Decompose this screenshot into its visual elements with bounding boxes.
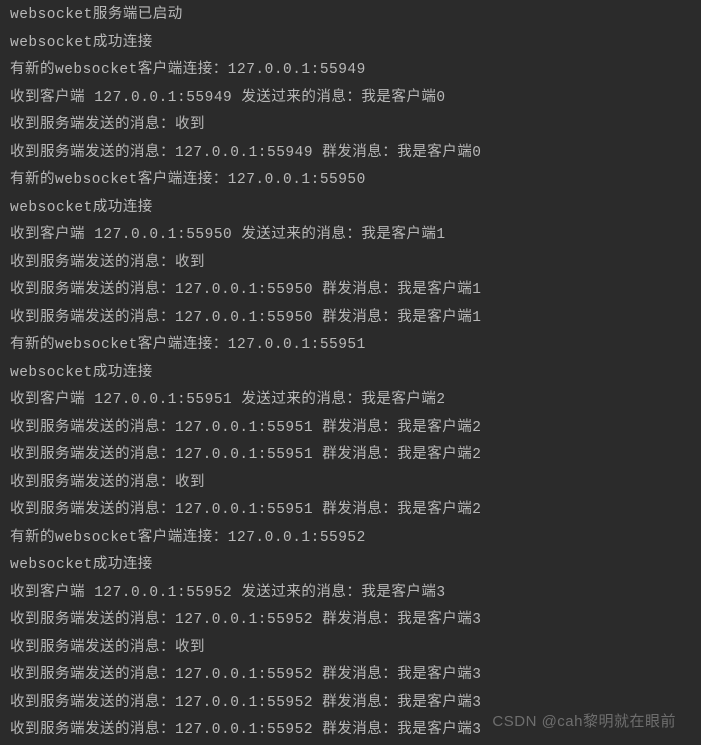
log-line: 收到客户端 127.0.0.1:55950 发送过来的消息：我是客户端1 — [10, 222, 691, 250]
log-line: 收到客户端 127.0.0.1:55951 发送过来的消息：我是客户端2 — [10, 387, 691, 415]
log-line: websocket成功连接 — [10, 195, 691, 223]
log-line: 收到服务端发送的消息：127.0.0.1:55949 群发消息：我是客户端0 — [10, 140, 691, 168]
console-output: websocket服务端已启动websocket成功连接有新的websocket… — [10, 2, 691, 745]
log-line: 有新的websocket客户端连接：127.0.0.1:55950 — [10, 167, 691, 195]
log-line: 收到客户端 127.0.0.1:55952 发送过来的消息：我是客户端3 — [10, 580, 691, 608]
log-line: 收到服务端发送的消息：127.0.0.1:55952 群发消息：我是客户端3 — [10, 607, 691, 635]
log-line: 收到服务端发送的消息：收到 — [10, 250, 691, 278]
log-line: 收到客户端 127.0.0.1:55949 发送过来的消息：我是客户端0 — [10, 85, 691, 113]
log-line: 收到服务端发送的消息：127.0.0.1:55951 群发消息：我是客户端2 — [10, 497, 691, 525]
log-line: 有新的websocket客户端连接：127.0.0.1:55949 — [10, 57, 691, 85]
log-line: 收到服务端发送的消息：127.0.0.1:55950 群发消息：我是客户端1 — [10, 277, 691, 305]
log-line: 收到服务端发送的消息：127.0.0.1:55951 群发消息：我是客户端2 — [10, 442, 691, 470]
log-line: 收到服务端发送的消息：127.0.0.1:55950 群发消息：我是客户端1 — [10, 305, 691, 333]
log-line: websocket服务端已启动 — [10, 2, 691, 30]
log-line: 收到服务端发送的消息：收到 — [10, 635, 691, 663]
log-line: 有新的websocket客户端连接：127.0.0.1:55951 — [10, 332, 691, 360]
log-line: websocket成功连接 — [10, 30, 691, 58]
watermark-text: CSDN @cah黎明就在眼前 — [492, 708, 676, 736]
log-line: 收到服务端发送的消息：127.0.0.1:55952 群发消息：我是客户端3 — [10, 662, 691, 690]
log-line: 收到服务端发送的消息：收到 — [10, 112, 691, 140]
log-line: 有新的websocket客户端连接：127.0.0.1:55952 — [10, 525, 691, 553]
log-line: 收到服务端发送的消息：收到 — [10, 470, 691, 498]
log-line: websocket成功连接 — [10, 360, 691, 388]
log-line: websocket成功连接 — [10, 552, 691, 580]
log-line: 收到服务端发送的消息：127.0.0.1:55951 群发消息：我是客户端2 — [10, 415, 691, 443]
